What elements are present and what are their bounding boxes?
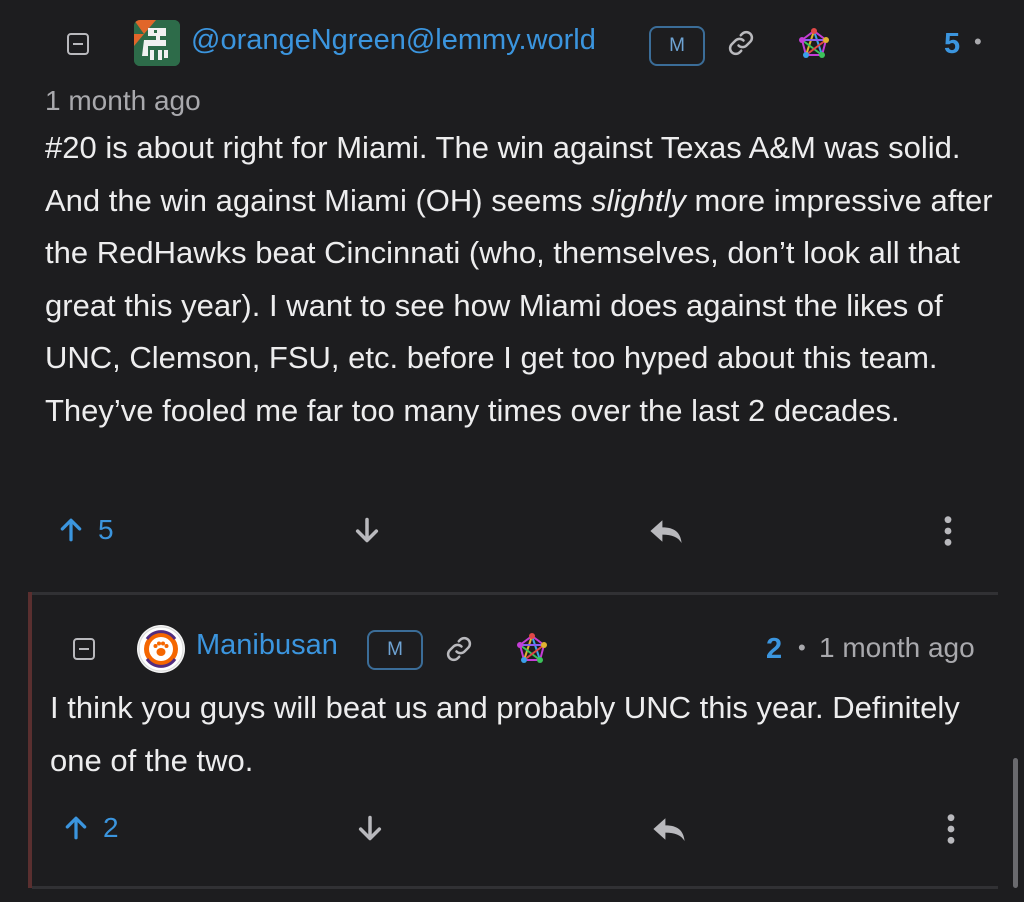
- more-options-button[interactable]: [940, 514, 956, 553]
- scrollbar[interactable]: [1013, 758, 1018, 888]
- username-link[interactable]: @orangeNgreen@lemmy.world: [191, 24, 596, 57]
- comment-timestamp: 1 month ago: [819, 632, 975, 663]
- reply-button[interactable]: [648, 516, 684, 551]
- upvote-icon: [60, 518, 82, 542]
- comment-body-emphasis: slightly: [591, 182, 686, 218]
- comment-body-text: more impressive after the RedHawks beat …: [45, 182, 993, 428]
- comment-timestamp: 1 month ago: [45, 85, 201, 116]
- comment-score: 2: [766, 633, 783, 665]
- reply-icon: [653, 818, 685, 841]
- more-icon: [944, 516, 952, 546]
- upvote-icon: [65, 816, 87, 840]
- link-icon[interactable]: [726, 28, 756, 63]
- collapse-icon[interactable]: [67, 33, 89, 55]
- comment-body: #20 is about right for Miami. The win ag…: [45, 122, 1010, 437]
- username-link[interactable]: Manibusan: [196, 629, 338, 662]
- avatar[interactable]: [137, 625, 185, 673]
- downvote-button[interactable]: [353, 516, 381, 549]
- fediverse-icon[interactable]: [516, 633, 548, 670]
- thread-indent-line: [28, 592, 32, 888]
- downvote-icon: [355, 517, 379, 543]
- comment-body: I think you guys will beat us and probab…: [50, 690, 960, 778]
- avatar[interactable]: [134, 20, 180, 66]
- moderator-badge: M: [367, 630, 423, 670]
- upvote-count: 5: [98, 514, 114, 545]
- reply-bottom-divider: [32, 886, 998, 889]
- upvote-button[interactable]: 2: [63, 812, 119, 844]
- downvote-icon: [358, 815, 382, 841]
- more-icon: [947, 814, 955, 844]
- reply-icon: [650, 520, 682, 543]
- reply-top-divider: [32, 592, 998, 595]
- reply-button[interactable]: [651, 814, 687, 849]
- separator-dot: •: [974, 29, 982, 54]
- moderator-badge: M: [649, 26, 705, 66]
- separator-dot: •: [798, 635, 806, 660]
- dinosaur-avatar-icon: [134, 20, 180, 66]
- upvote-count: 2: [103, 812, 119, 843]
- downvote-button[interactable]: [356, 814, 384, 847]
- fediverse-icon[interactable]: [798, 28, 830, 65]
- more-options-button[interactable]: [943, 812, 959, 851]
- collapse-icon[interactable]: [73, 638, 95, 660]
- upvote-button[interactable]: 5: [58, 514, 114, 546]
- link-icon[interactable]: [444, 634, 474, 669]
- clemson-paw-avatar-icon: [138, 626, 184, 672]
- comment-score: 5: [944, 28, 961, 60]
